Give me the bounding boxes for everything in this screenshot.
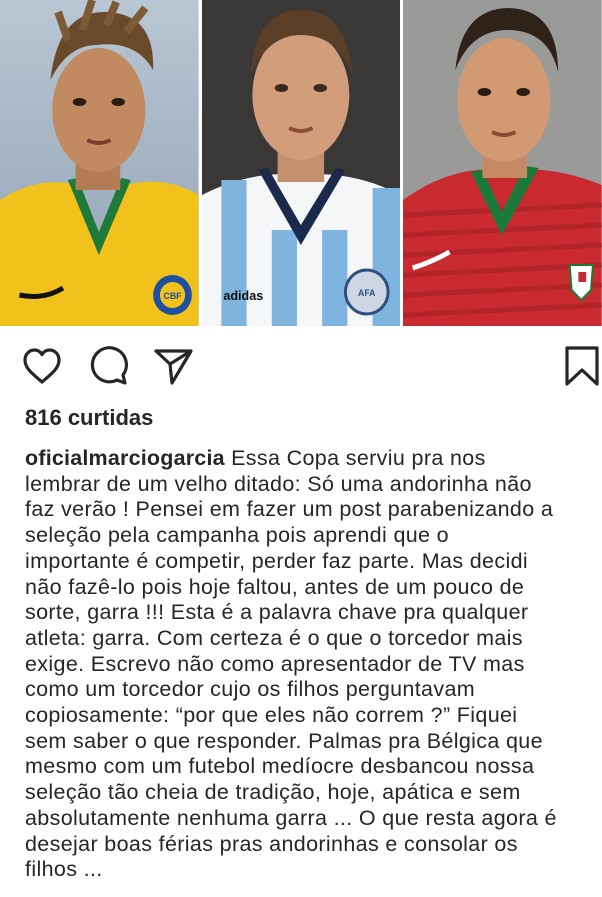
- player-photo-argentina: adidas AFA: [201, 0, 401, 326]
- heart-icon[interactable]: [20, 344, 64, 388]
- caption-line: absolutamente nenhuma garra ... O que re…: [25, 805, 557, 830]
- caption-line: sem saber o que responder. Palmas pra Bé…: [25, 728, 543, 753]
- caption-line: seleção tão cheia de tradição, hoje, apá…: [25, 780, 521, 805]
- caption-line: atleta: garra. Com certeza é o que o tor…: [25, 625, 523, 650]
- player-photo-brazil: CBF: [0, 0, 199, 326]
- player-photo-portugal: [403, 0, 602, 326]
- caption-line: como um torcedor cujo os filhos pergunta…: [25, 677, 476, 702]
- caption-line: importante é competir, perder faz parte.…: [25, 548, 529, 573]
- comment-icon[interactable]: [86, 344, 130, 388]
- svg-text:AFA: AFA: [358, 288, 376, 298]
- svg-text:adidas: adidas: [223, 288, 263, 303]
- caption-line: copiosamente: “por que eles não correm ?…: [25, 703, 518, 728]
- caption-line: exige. Escrevo não como apresentador de …: [25, 651, 525, 676]
- caption-line: filhos ...: [25, 857, 103, 882]
- caption-line: sorte, garra !!! Esta é a palavra chave …: [25, 600, 529, 625]
- bookmark-icon[interactable]: [560, 344, 602, 388]
- caption-line: faz verão ! Pensei em fazer um post para…: [25, 497, 554, 522]
- caption-text: Essa Copa serviu pra nos: [224, 446, 486, 470]
- caption-line: desejar boas férias pras andorinhas e co…: [25, 831, 518, 856]
- svg-text:CBF: CBF: [164, 291, 182, 301]
- caption-username[interactable]: oficialmarciogarcia: [25, 446, 225, 470]
- post-caption: oficialmarciogarcia Essa Copa serviu pra…: [25, 446, 593, 883]
- likes-count[interactable]: 816 curtidas: [25, 405, 153, 431]
- caption-line: mesmo com um futebol medíocre desbancou …: [25, 754, 535, 779]
- caption-line: oficialmarciogarcia Essa Copa serviu pra…: [25, 446, 593, 472]
- caption-line: lembrar de um velho ditado: Só uma andor…: [25, 471, 532, 496]
- caption-line: não fazê-lo pois hoje faltou, antes de u…: [25, 574, 525, 599]
- post-action-bar: [0, 340, 602, 392]
- caption-line: seleção pela campanha pois aprendi que o: [25, 523, 449, 548]
- send-icon[interactable]: [151, 344, 195, 388]
- post-image-collage[interactable]: CBF adidas AFA: [0, 0, 602, 326]
